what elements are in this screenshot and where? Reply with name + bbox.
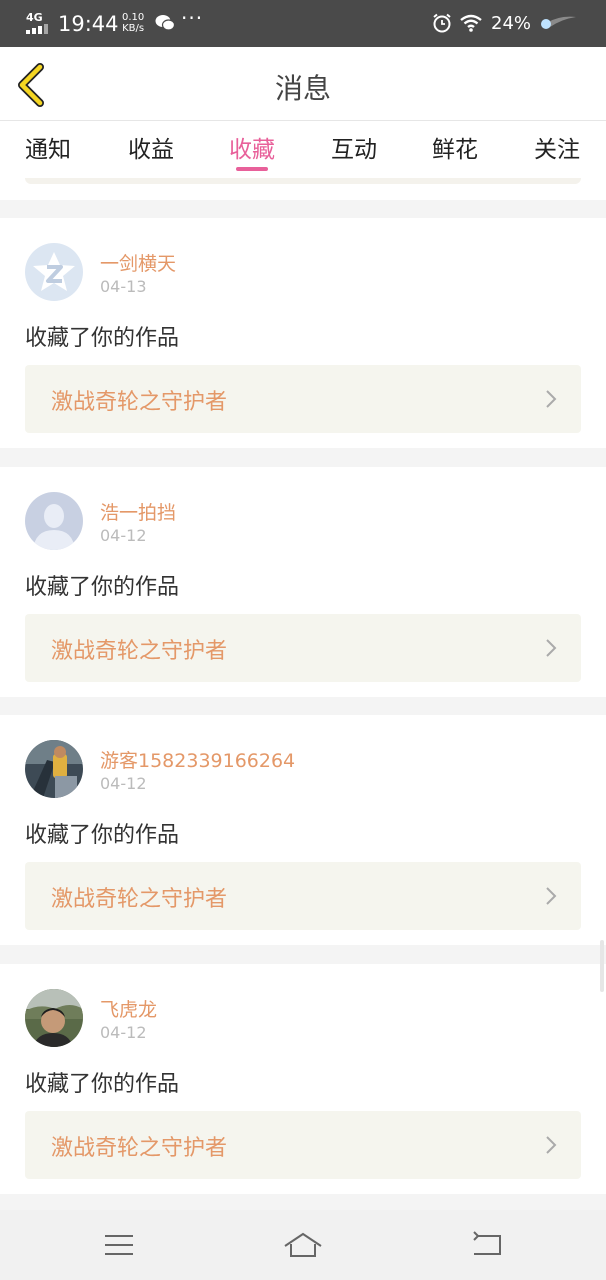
avatar[interactable] — [25, 989, 83, 1047]
home-button[interactable] — [283, 1230, 323, 1260]
action-text: 收藏了你的作品 — [25, 823, 180, 848]
photo-avatar-icon — [25, 740, 83, 798]
speed-value: 0.10 — [122, 12, 145, 23]
chevron-right-icon — [546, 887, 557, 905]
menu-button[interactable] — [100, 1230, 140, 1260]
more-notifications-icon: ··· — [181, 6, 204, 30]
date: 04-13 — [100, 277, 147, 296]
battery-level: 24% — [491, 13, 532, 34]
username[interactable]: 飞虎龙 — [100, 995, 157, 1022]
action-text: 收藏了你的作品 — [25, 575, 180, 600]
default-person-icon — [25, 492, 83, 550]
return-icon — [473, 1231, 501, 1255]
tab-bar: 通知 收益 收藏 互动 鲜花 关注 — [0, 121, 606, 181]
username[interactable]: 游客1582339166264 — [100, 746, 295, 773]
avatar[interactable] — [25, 740, 83, 798]
list-item: 浩一拍挡 04-12 收藏了你的作品 激战奇轮之守护者 — [0, 467, 606, 697]
qq-avatar-icon — [25, 243, 83, 301]
chevron-right-icon — [546, 1136, 557, 1154]
wechat-icon — [155, 14, 176, 36]
username[interactable]: 一剑横天 — [100, 249, 176, 276]
work-link[interactable]: 激战奇轮之守护者 — [25, 614, 581, 682]
work-title: 激战奇轮之守护者 — [51, 390, 228, 415]
wifi-icon — [460, 14, 482, 36]
clock: 19:44 — [58, 12, 119, 36]
page-title: 消息 — [274, 72, 331, 105]
system-nav-bar — [0, 1210, 606, 1280]
status-bar: 4G 19:44 0.10 KB/s ··· 24% — [0, 0, 606, 47]
list-item: 一剑横天 04-13 收藏了你的作品 激战奇轮之守护者 — [0, 218, 606, 448]
tab-follows[interactable]: 关注 — [517, 130, 597, 164]
speed-unit: KB/s — [122, 23, 145, 34]
date: 04-12 — [100, 774, 147, 793]
scrollbar[interactable] — [600, 940, 604, 992]
work-link[interactable]: 激战奇轮之守护者 — [25, 862, 581, 930]
active-tab-indicator — [236, 167, 268, 171]
action-text: 收藏了你的作品 — [25, 326, 180, 351]
menu-icon — [105, 1235, 133, 1255]
network-type: 4G — [26, 11, 43, 24]
previous-card-edge — [0, 178, 606, 200]
battery-comet-icon — [538, 13, 578, 37]
work-link[interactable]: 激战奇轮之守护者 — [25, 365, 581, 433]
signal-icon — [26, 24, 50, 34]
tab-favorites[interactable]: 收藏 — [212, 130, 292, 164]
work-title: 激战奇轮之守护者 — [51, 1136, 228, 1161]
back-nav-button[interactable] — [468, 1230, 508, 1260]
avatar[interactable] — [25, 492, 83, 550]
date: 04-12 — [100, 1023, 147, 1042]
work-title: 激战奇轮之守护者 — [51, 887, 228, 912]
date: 04-12 — [100, 526, 147, 545]
header: 消息 — [0, 47, 606, 121]
avatar[interactable] — [25, 243, 83, 301]
network-speed: 0.10 KB/s — [122, 12, 144, 34]
work-link[interactable]: 激战奇轮之守护者 — [25, 1111, 581, 1179]
username[interactable]: 浩一拍挡 — [100, 498, 176, 525]
tab-flowers[interactable]: 鲜花 — [415, 130, 495, 164]
list-item: 飞虎龙 04-12 收藏了你的作品 激战奇轮之守护者 — [0, 964, 606, 1194]
chevron-right-icon — [546, 639, 557, 657]
tab-earnings[interactable]: 收益 — [111, 130, 191, 164]
work-title: 激战奇轮之守护者 — [51, 639, 228, 664]
chevron-right-icon — [546, 390, 557, 408]
alarm-icon — [432, 13, 452, 37]
photo-avatar-icon — [25, 989, 83, 1047]
tab-notifications[interactable]: 通知 — [8, 130, 88, 164]
action-text: 收藏了你的作品 — [25, 1072, 180, 1097]
home-icon — [284, 1232, 322, 1257]
tab-interactions[interactable]: 互动 — [314, 130, 394, 164]
list-item: 游客1582339166264 04-12 收藏了你的作品 激战奇轮之守护者 — [0, 715, 606, 945]
